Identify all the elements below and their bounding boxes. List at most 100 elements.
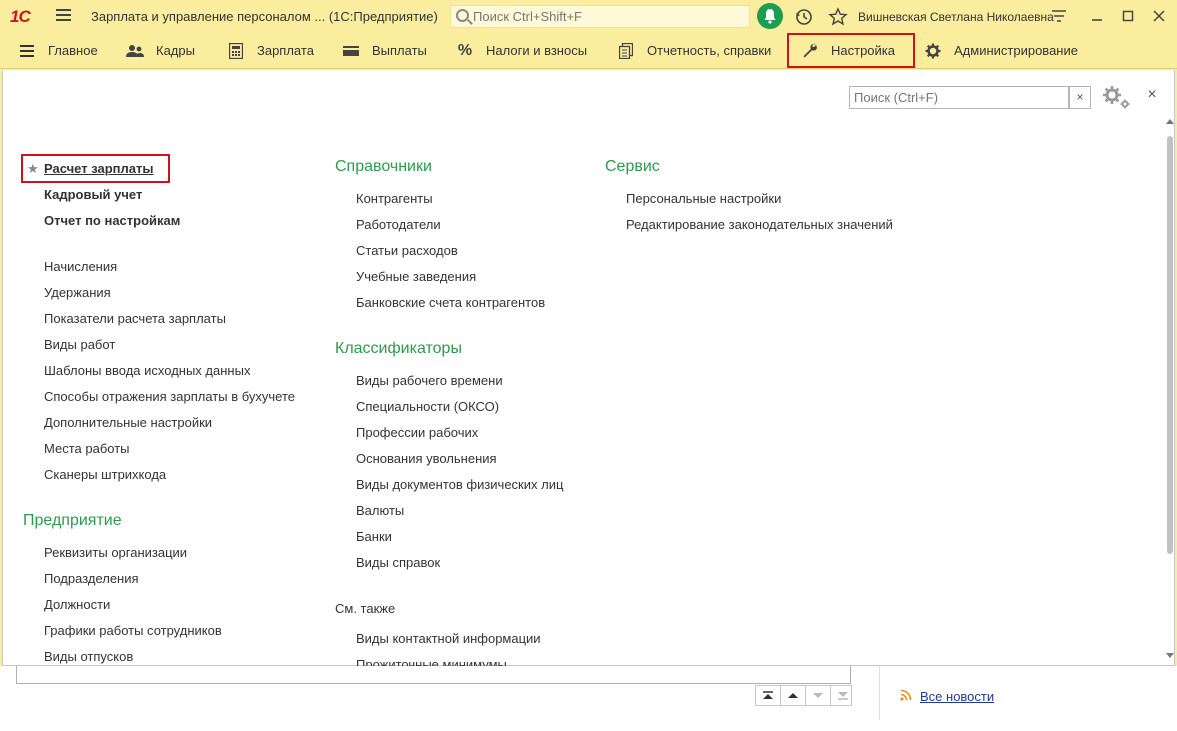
link-payroll-indicators[interactable]: Показатели расчета зарплаты — [44, 311, 226, 326]
link-deductions[interactable]: Удержания — [44, 285, 111, 300]
link-input-templates[interactable]: Шаблоны ввода исходных данных — [44, 363, 250, 378]
bottom-area: Все новости — [0, 666, 1177, 731]
group-title-see-also: См. также — [335, 601, 396, 616]
1c-logo: 1С — [10, 7, 31, 26]
panel-settings-gears-icon[interactable] — [1101, 84, 1131, 110]
last-page-icon[interactable] — [831, 686, 855, 705]
link-vacation-types[interactable]: Виды отпусков — [44, 649, 133, 664]
section-taxes[interactable]: % Налоги и взносы — [456, 33, 587, 68]
section-label: Выплаты — [372, 43, 427, 58]
section-hr[interactable]: Кадры — [126, 33, 195, 68]
favorites-star-icon[interactable] — [828, 7, 848, 27]
link-work-schedules[interactable]: Графики работы сотрудников — [44, 623, 222, 638]
section-label: Зарплата — [257, 43, 314, 58]
link-legislative-values[interactable]: Редактирование законодательных значений — [626, 217, 893, 232]
link-currencies[interactable]: Валюты — [356, 503, 404, 518]
global-search[interactable] — [450, 5, 750, 28]
link-bank-accounts[interactable]: Банковские счета контрагентов — [356, 295, 545, 310]
section-payments[interactable]: Выплаты — [342, 33, 427, 68]
panel-search[interactable] — [849, 86, 1069, 109]
link-contact-info-types[interactable]: Виды контактной информации — [356, 631, 541, 646]
group-title-service: Сервис — [605, 158, 660, 175]
section-administration[interactable]: Администрирование — [924, 33, 1078, 68]
link-hr-accounting[interactable]: Кадровый учет — [44, 187, 142, 202]
documents-icon — [617, 42, 635, 60]
notifications-bell-icon[interactable] — [757, 3, 783, 29]
link-worker-professions[interactable]: Профессии рабочих — [356, 425, 478, 440]
settings-panel: × × ★ Расчет зарплаты Кадровый учет Отче… — [2, 70, 1175, 666]
group-title-enterprise: Предприятие — [23, 512, 122, 529]
hamburger-icon — [18, 42, 36, 60]
link-work-time-types[interactable]: Виды рабочего времени — [356, 373, 503, 388]
scroll-down-arrow-icon[interactable] — [1166, 653, 1174, 658]
link-living-wages[interactable]: Прожиточные минимумы — [356, 657, 507, 666]
group-title-catalogs: Справочники — [335, 158, 432, 175]
link-payroll-calculation[interactable]: Расчет зарплаты — [44, 161, 153, 176]
percent-icon: % — [457, 41, 473, 59]
rss-icon — [900, 689, 912, 701]
user-name[interactable]: Вишневская Светлана Николаевна — [858, 10, 1054, 24]
close-window-icon[interactable] — [1150, 7, 1168, 25]
section-salary[interactable]: Зарплата — [227, 33, 314, 68]
scroll-thumb[interactable] — [1167, 136, 1173, 554]
section-settings[interactable]: Настройка — [787, 33, 915, 68]
section-label: Кадры — [156, 43, 195, 58]
main-menu-icon[interactable] — [56, 9, 71, 23]
section-main[interactable]: Главное — [18, 33, 98, 68]
link-additional-settings[interactable]: Дополнительные настройки — [44, 415, 212, 430]
divider — [879, 666, 880, 720]
search-clear-button[interactable]: × — [1069, 86, 1091, 109]
people-icon — [126, 42, 144, 60]
previous-page-icon[interactable] — [781, 686, 806, 705]
link-dismissal-reasons[interactable]: Основания увольнения — [356, 451, 497, 466]
history-icon[interactable] — [794, 7, 814, 27]
maximize-icon[interactable] — [1119, 7, 1137, 25]
link-certificate-types[interactable]: Виды справок — [356, 555, 440, 570]
sections-panel: Главное Кадры Зарплата Выплаты % Налоги … — [0, 33, 1177, 69]
link-employers[interactable]: Работодатели — [356, 217, 441, 232]
list-navigation — [755, 685, 852, 706]
section-label: Администрирование — [954, 43, 1078, 58]
link-barcode-scanners[interactable]: Сканеры штрихкода — [44, 467, 166, 482]
favorite-star-icon[interactable]: ★ — [27, 161, 39, 177]
section-label: Налоги и взносы — [486, 43, 588, 58]
all-news-link[interactable]: Все новости — [920, 689, 994, 704]
group-title-classifiers: Классификаторы — [335, 340, 462, 357]
gear-icon — [924, 42, 942, 60]
section-label: Отчетность, справки — [647, 43, 772, 58]
section-label: Настройка — [831, 43, 895, 58]
scroll-up-arrow-icon[interactable] — [1166, 119, 1174, 124]
link-personal-settings[interactable]: Персональные настройки — [626, 191, 781, 206]
link-accruals[interactable]: Начисления — [44, 259, 117, 274]
link-id-document-types[interactable]: Виды документов физических лиц — [356, 477, 563, 492]
wrench-icon — [801, 42, 819, 60]
title-bar: 1С Зарплата и управление персоналом ... … — [0, 0, 1177, 33]
link-specialties[interactable]: Специальности (ОКСО) — [356, 399, 499, 414]
minimize-icon[interactable] — [1088, 7, 1106, 25]
link-expense-items[interactable]: Статьи расходов — [356, 243, 458, 258]
settings-lines-icon[interactable] — [1050, 7, 1068, 25]
panel-close-button[interactable]: × — [1144, 86, 1160, 104]
link-departments[interactable]: Подразделения — [44, 571, 139, 586]
link-settings-report[interactable]: Отчет по настройкам — [44, 213, 180, 228]
section-reports[interactable]: Отчетность, справки — [617, 33, 771, 68]
section-label: Главное — [48, 43, 98, 58]
link-counterparties[interactable]: Контрагенты — [356, 191, 433, 206]
link-banks[interactable]: Банки — [356, 529, 392, 544]
app-title: Зарплата и управление персоналом ... (1С… — [91, 9, 438, 24]
first-page-icon[interactable] — [756, 686, 781, 705]
wallet-icon — [342, 42, 360, 60]
link-accounting-reflection[interactable]: Способы отражения зарплаты в бухучете — [44, 389, 295, 404]
panel-search-input[interactable] — [850, 87, 1060, 108]
link-positions[interactable]: Должности — [44, 597, 110, 612]
vertical-scrollbar[interactable] — [1165, 114, 1175, 664]
search-icon — [456, 9, 469, 22]
link-workplaces[interactable]: Места работы — [44, 441, 130, 456]
global-search-input[interactable] — [473, 8, 743, 25]
link-org-details[interactable]: Реквизиты организации — [44, 545, 187, 560]
link-work-types[interactable]: Виды работ — [44, 337, 115, 352]
calculator-icon — [227, 42, 245, 60]
link-educational-institutions[interactable]: Учебные заведения — [356, 269, 476, 284]
news-list-frame — [16, 666, 851, 684]
next-page-icon[interactable] — [806, 686, 831, 705]
